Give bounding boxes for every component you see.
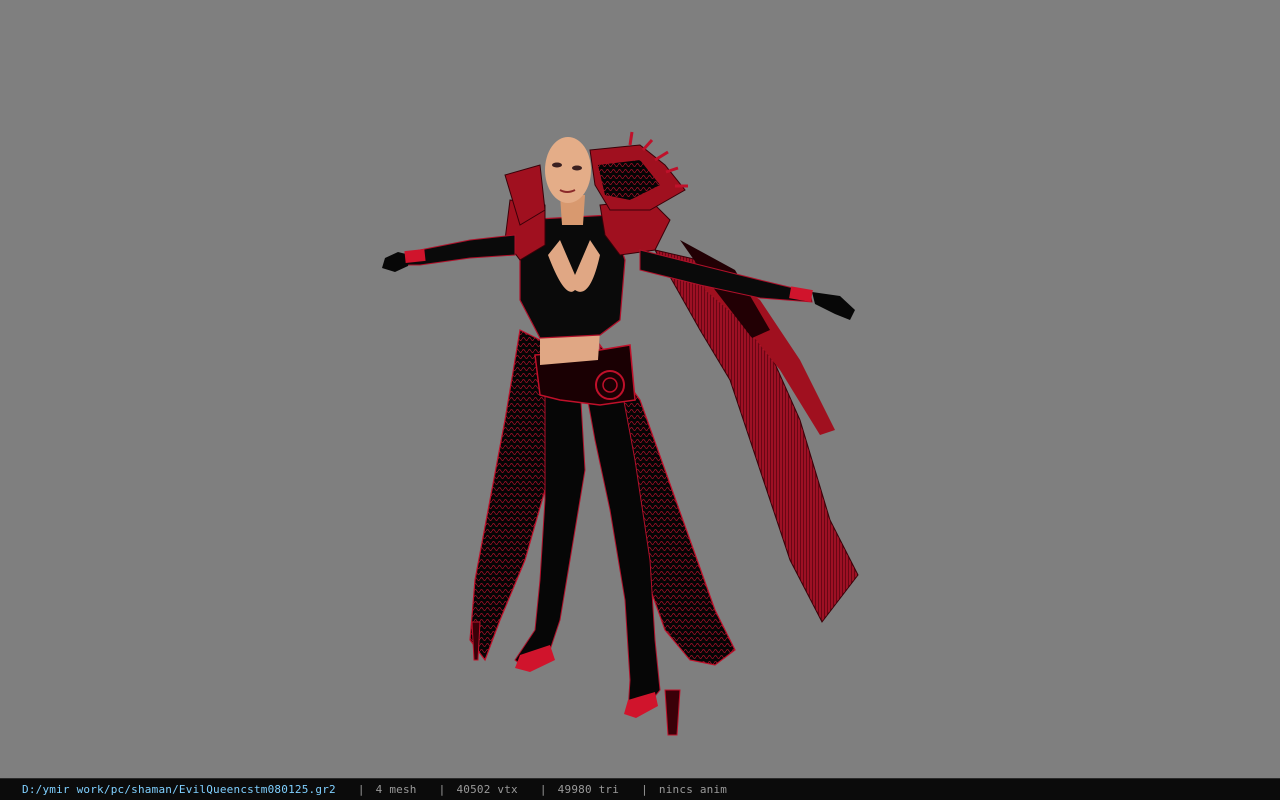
3d-viewport[interactable] (0, 0, 1280, 778)
head (545, 137, 591, 225)
character-model[interactable] (0, 0, 1280, 778)
file-path: D:/ymir work/pc/shaman/EvilQueencstm0801… (22, 783, 336, 796)
separator: | (641, 783, 648, 796)
status-bar: D:/ymir work/pc/shaman/EvilQueencstm0801… (0, 778, 1280, 800)
triangle-count: 49980 tri (557, 783, 620, 796)
separator: | (357, 783, 365, 796)
separator: | (438, 783, 446, 796)
animation-info: nincs anim (658, 783, 728, 796)
mesh-count: 4 mesh (375, 783, 417, 796)
separator: | (539, 783, 547, 796)
vertex-count: 40502 vtx (456, 783, 518, 796)
